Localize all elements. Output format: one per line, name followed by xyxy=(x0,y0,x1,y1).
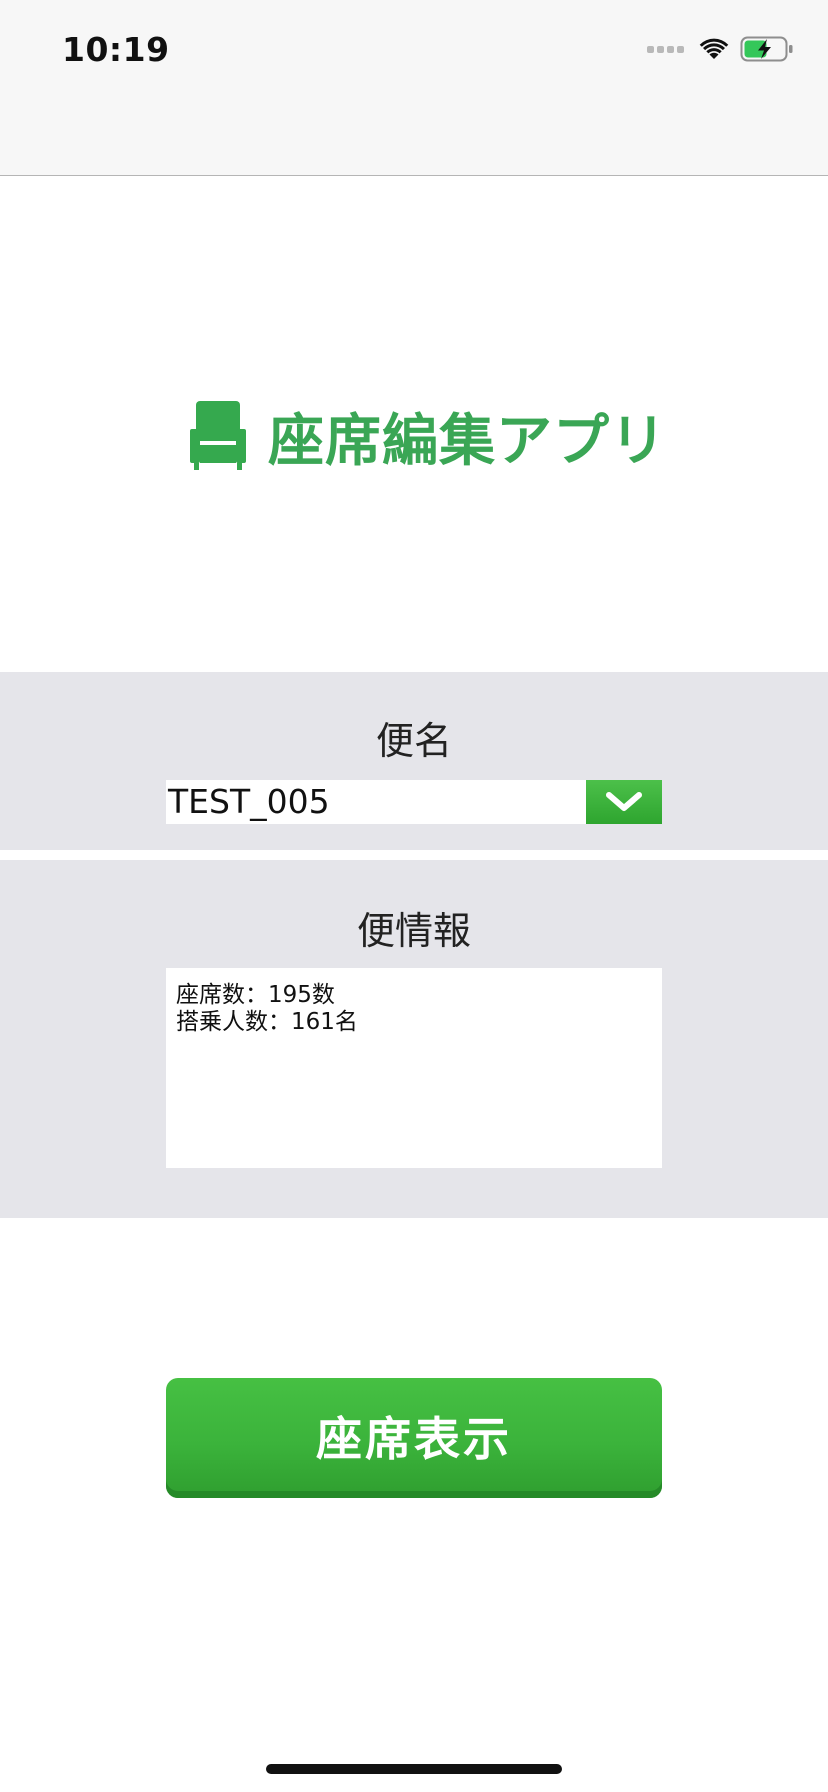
app-logo: 座席編集アプリ xyxy=(190,396,667,476)
show-seats-button-label: 座席表示 xyxy=(316,1412,512,1466)
flight-name-label: 便名 xyxy=(375,719,452,763)
chevron-down-icon xyxy=(606,792,642,811)
passenger-count-text: 搭乗人数：161名 xyxy=(176,1009,358,1035)
flight-select-value: TEST_005 xyxy=(168,782,330,821)
home-indicator[interactable] xyxy=(266,1764,562,1774)
app-title: 座席編集アプリ xyxy=(268,408,667,474)
armchair-icon xyxy=(190,401,246,470)
flight-name-panel: 便名 TEST_005 xyxy=(0,672,828,850)
wifi-icon xyxy=(699,38,729,59)
status-time: 10:19 xyxy=(62,30,170,69)
flight-info-label: 便情報 xyxy=(356,909,471,953)
show-seats-button[interactable]: 座席表示 xyxy=(166,1378,662,1498)
flight-info-box: 座席数：195数 搭乗人数：161名 xyxy=(166,968,662,1168)
flight-select[interactable]: TEST_005 xyxy=(166,780,662,824)
status-icons xyxy=(647,34,794,64)
flight-info-panel: 便情報 座席数：195数 搭乗人数：161名 xyxy=(0,860,828,1218)
battery-charging-icon xyxy=(740,36,793,62)
status-bar: 10:19 xyxy=(0,0,828,176)
flight-dropdown-button[interactable] xyxy=(586,780,662,824)
cellular-signal-icon xyxy=(647,45,684,53)
seat-count-text: 座席数：195数 xyxy=(176,982,335,1008)
